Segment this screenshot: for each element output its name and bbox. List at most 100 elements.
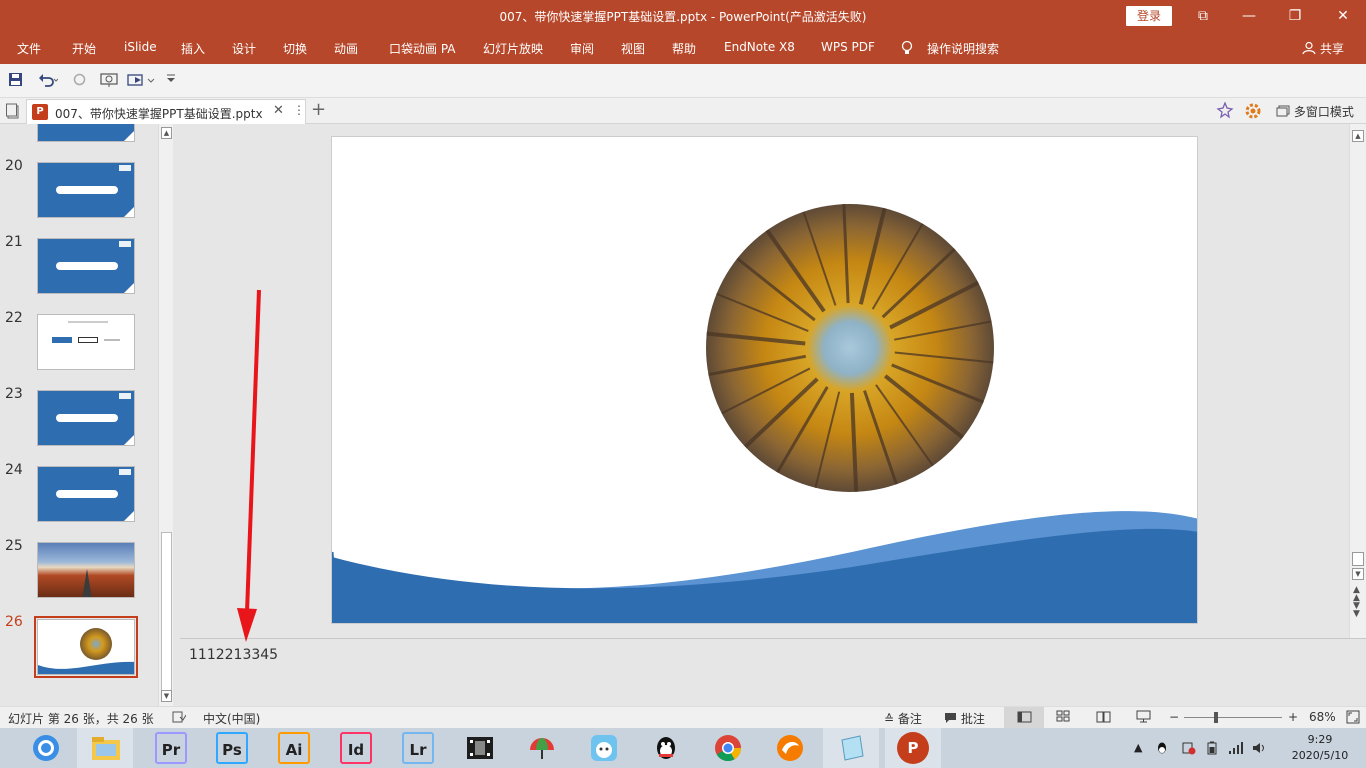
browser-orange-icon[interactable] bbox=[774, 732, 806, 764]
save-icon[interactable] bbox=[8, 72, 23, 90]
close-button[interactable]: ✕ bbox=[1320, 0, 1366, 32]
accessibility-icon[interactable] bbox=[172, 710, 187, 727]
undo-icon[interactable] bbox=[38, 72, 59, 90]
slide-number: 23 bbox=[5, 386, 23, 402]
browser-360-icon[interactable] bbox=[30, 732, 62, 764]
slide-thumbnail[interactable] bbox=[37, 124, 135, 142]
slide-thumbnail[interactable] bbox=[37, 542, 135, 598]
tab-review[interactable]: 审阅 bbox=[570, 40, 594, 57]
customize-icon[interactable] bbox=[165, 72, 177, 90]
editor-scrollbar[interactable]: ▲ ▼ ▲ ▲ ▼ ▼ bbox=[1349, 124, 1366, 638]
login-button[interactable]: 登录 bbox=[1126, 6, 1172, 26]
slide-thumbnail[interactable] bbox=[37, 466, 135, 522]
scroll-up-arrow-icon[interactable]: ▲ bbox=[161, 127, 172, 139]
notes-app-icon[interactable] bbox=[836, 732, 868, 764]
qq-tray-icon[interactable] bbox=[1155, 741, 1169, 758]
notes-pane[interactable]: 1112213345 bbox=[180, 638, 1366, 706]
document-tab-bar: P 007、带你快速掌握PPT基础设置.pptx ✕ ⋮ + 多窗口模式 bbox=[0, 98, 1366, 124]
video-editor-icon[interactable] bbox=[464, 732, 496, 764]
minimize-button[interactable]: — bbox=[1226, 0, 1272, 32]
thumbnail-scrollbar[interactable]: ▲ ▼ bbox=[158, 124, 173, 706]
scroll-down-arrow-icon[interactable]: ▼ bbox=[1352, 568, 1364, 580]
slide-thumbnail[interactable] bbox=[37, 162, 135, 218]
reading-view-icon[interactable] bbox=[1096, 710, 1111, 726]
tab-transitions[interactable]: 切换 bbox=[283, 40, 307, 57]
tab-animations[interactable]: 动画 bbox=[334, 40, 358, 57]
network-error-icon[interactable] bbox=[1182, 741, 1196, 758]
lightroom-icon[interactable]: Lr bbox=[402, 732, 434, 764]
fit-to-window-icon[interactable] bbox=[1346, 710, 1360, 727]
redo-icon[interactable] bbox=[72, 72, 87, 90]
settings-gear-icon[interactable] bbox=[1244, 102, 1262, 123]
chrome-icon[interactable] bbox=[712, 732, 744, 764]
normal-view-button[interactable] bbox=[1004, 707, 1044, 728]
tab-wps-pdf[interactable]: WPS PDF bbox=[821, 40, 875, 54]
ribbon-display-options-icon[interactable]: ⧉ bbox=[1180, 0, 1226, 32]
scrollbar-thumb[interactable] bbox=[161, 532, 172, 692]
multi-window-mode-button[interactable]: 多窗口模式 bbox=[1276, 103, 1354, 120]
signal-icon[interactable] bbox=[1228, 741, 1244, 758]
slide-thumbnail[interactable] bbox=[37, 314, 135, 370]
magic-wand-icon[interactable] bbox=[1216, 101, 1234, 123]
zoom-slider[interactable] bbox=[1184, 717, 1282, 718]
photoshop-icon[interactable]: Ps bbox=[216, 732, 248, 764]
tray-expand-icon[interactable]: ▲ bbox=[1134, 741, 1142, 754]
slide-thumbnail[interactable] bbox=[37, 390, 135, 446]
document-tab[interactable]: P 007、带你快速掌握PPT基础设置.pptx ✕ ⋮ bbox=[26, 99, 306, 124]
umbrella-app-icon[interactable] bbox=[526, 732, 558, 764]
new-tab-icon[interactable]: + bbox=[311, 99, 326, 120]
lightroom-label: Lr bbox=[409, 741, 427, 759]
premiere-icon[interactable]: Pr bbox=[155, 732, 187, 764]
photoshop-label: Ps bbox=[222, 741, 242, 759]
tab-home[interactable]: 开始 bbox=[72, 40, 96, 57]
scrollbar-thumb[interactable] bbox=[1352, 552, 1364, 566]
powerpoint-taskbar-icon[interactable]: P bbox=[897, 732, 929, 764]
scroll-down-arrow-icon[interactable]: ▼ bbox=[161, 690, 172, 702]
cat-app-icon[interactable] bbox=[588, 732, 620, 764]
current-slide[interactable] bbox=[331, 136, 1198, 624]
tab-insert[interactable]: 插入 bbox=[181, 40, 205, 57]
present-dropdown-icon[interactable] bbox=[127, 72, 157, 90]
tell-me-search[interactable]: 操作说明搜索 bbox=[927, 40, 999, 57]
close-tab-icon[interactable]: ✕ bbox=[273, 103, 284, 118]
lightbulb-icon bbox=[900, 40, 914, 59]
zoom-out-button[interactable]: − bbox=[1169, 710, 1179, 724]
restore-button[interactable]: ❐ bbox=[1272, 0, 1318, 32]
tab-pocket-animation[interactable]: 口袋动画 PA bbox=[389, 40, 456, 57]
slide-thumbnail[interactable] bbox=[37, 238, 135, 294]
battery-icon[interactable] bbox=[1206, 741, 1220, 758]
tab-menu-icon[interactable]: ⋮ bbox=[293, 103, 305, 117]
document-list-icon[interactable] bbox=[6, 103, 20, 122]
slideshow-icon[interactable] bbox=[1136, 710, 1151, 726]
illustrator-icon[interactable]: Ai bbox=[278, 732, 310, 764]
share-button[interactable]: 共享 bbox=[1302, 40, 1344, 57]
tab-islide[interactable]: iSlide bbox=[124, 40, 157, 54]
scroll-up-arrow-icon[interactable]: ▲ bbox=[1352, 130, 1364, 142]
file-explorer-icon[interactable] bbox=[90, 732, 122, 764]
previous-slide-icon[interactable]: ▲ ▲ bbox=[1353, 586, 1360, 603]
language-indicator[interactable]: 中文(中国) bbox=[203, 710, 260, 727]
tab-design[interactable]: 设计 bbox=[232, 40, 256, 57]
forest-photo-circle[interactable] bbox=[691, 188, 1009, 508]
zoom-in-button[interactable]: + bbox=[1288, 710, 1298, 724]
zoom-slider-thumb[interactable] bbox=[1214, 712, 1218, 723]
notes-button[interactable]: ≙ 备注 bbox=[884, 710, 922, 727]
qq-icon[interactable] bbox=[650, 732, 682, 764]
slide-number: 20 bbox=[5, 158, 23, 174]
next-slide-icon[interactable]: ▼ ▼ bbox=[1353, 602, 1360, 619]
system-clock[interactable]: 9:29 2020/5/10 bbox=[1290, 732, 1350, 764]
present-from-start-icon[interactable] bbox=[100, 72, 118, 90]
tab-help[interactable]: 帮助 bbox=[672, 40, 696, 57]
volume-icon[interactable] bbox=[1252, 741, 1268, 758]
tab-file[interactable]: 文件 bbox=[17, 40, 41, 57]
zoom-level[interactable]: 68% bbox=[1309, 710, 1336, 724]
slide-sorter-icon[interactable] bbox=[1056, 710, 1071, 726]
indesign-icon[interactable]: Id bbox=[340, 732, 372, 764]
ribbon-tabs: 文件 开始 iSlide 插入 设计 切换 动画 口袋动画 PA 幻灯片放映 审… bbox=[0, 32, 1366, 64]
clock-time: 9:29 bbox=[1307, 733, 1333, 746]
slide-number: 21 bbox=[5, 234, 23, 250]
tab-slideshow[interactable]: 幻灯片放映 bbox=[483, 40, 543, 57]
tab-view[interactable]: 视图 bbox=[621, 40, 645, 57]
tab-endnote[interactable]: EndNote X8 bbox=[724, 40, 795, 54]
comments-button[interactable]: 批注 bbox=[944, 710, 985, 727]
